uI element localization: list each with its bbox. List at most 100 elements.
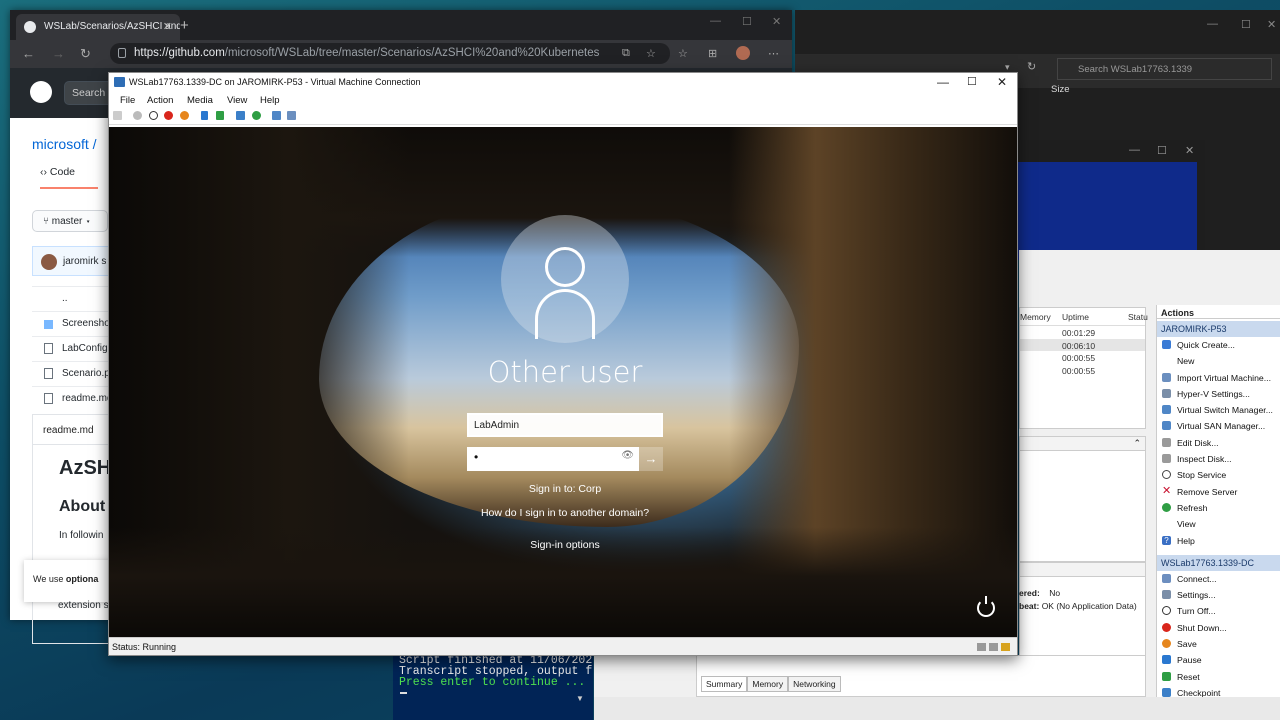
table-row[interactable]: 00:01:29 — [1020, 326, 1145, 339]
favorites-icon[interactable]: ☆ — [678, 47, 688, 60]
url-field[interactable]: https://github.com/microsoft/WSLab/tree/… — [110, 43, 670, 64]
minimize-icon[interactable]: — — [1129, 144, 1140, 156]
tab-memory[interactable]: Memory — [747, 676, 789, 692]
action-edit-disk[interactable]: Edit Disk... — [1157, 435, 1280, 451]
column-status[interactable]: Statu — [1128, 312, 1148, 322]
avatar[interactable] — [41, 254, 57, 270]
cookie-text-bold[interactable]: optiona — [66, 574, 99, 584]
close-icon[interactable]: ✕ — [772, 15, 781, 28]
maximize-icon[interactable]: ☐ — [1157, 144, 1167, 157]
close-icon[interactable]: ✕ — [997, 75, 1007, 89]
power-icon[interactable] — [977, 596, 995, 617]
other-domain-link[interactable]: How do I sign in to another domain? — [109, 507, 1017, 519]
action-hyperv-settings[interactable]: Hyper-V Settings... — [1157, 386, 1280, 402]
action-import[interactable]: Import Virtual Machine... — [1157, 370, 1280, 386]
action-stop-service[interactable]: Stop Service — [1157, 467, 1280, 483]
collapse-icon[interactable]: ⌃ — [1133, 438, 1141, 449]
forward-icon[interactable]: → — [52, 46, 65, 61]
action-switch-manager[interactable]: Virtual Switch Manager... — [1157, 402, 1280, 418]
pause-icon[interactable] — [201, 111, 208, 120]
action-san-manager[interactable]: Virtual SAN Manager... — [1157, 418, 1280, 434]
enhanced-session-icon[interactable] — [272, 111, 281, 120]
back-icon[interactable]: ← — [22, 46, 35, 61]
tab-summary[interactable]: Summary — [701, 676, 748, 692]
list-item[interactable]: .. — [32, 286, 112, 311]
refresh-icon[interactable]: ↻ — [1027, 60, 1036, 73]
menu-view[interactable]: View — [227, 95, 247, 106]
password-field[interactable]: • 👁 — [467, 447, 639, 471]
username-field[interactable]: LabAdmin — [467, 413, 663, 437]
ctrl-alt-del-icon[interactable] — [113, 111, 122, 120]
action-pause[interactable]: Pause — [1157, 652, 1280, 668]
branch-selector[interactable]: ⑂ master ▾ — [32, 210, 108, 232]
collections-icon[interactable]: ⊞ — [708, 47, 717, 60]
start-icon[interactable] — [133, 111, 142, 120]
list-item[interactable]: Screenshot — [32, 311, 112, 336]
list-item[interactable]: LabConfig. — [32, 336, 112, 361]
install-app-icon[interactable]: ⧉ — [622, 47, 630, 60]
turn-off-icon[interactable] — [149, 111, 158, 120]
file-name[interactable]: readme.md — [62, 393, 112, 404]
action-save[interactable]: Save — [1157, 636, 1280, 652]
action-inspect-disk[interactable]: Inspect Disk... — [1157, 451, 1280, 467]
repo-owner-link[interactable]: microsoft / — [32, 136, 97, 152]
tab-code[interactable]: ‹› Code — [40, 166, 98, 189]
commit-author[interactable]: jaromirk s — [63, 256, 106, 267]
action-reset[interactable]: Reset — [1157, 669, 1280, 685]
menu-action[interactable]: Action — [147, 95, 173, 106]
action-turn-off[interactable]: Turn Off... — [1157, 603, 1280, 619]
table-row[interactable]: 00:06:10 — [1020, 338, 1145, 351]
maximize-icon[interactable]: ☐ — [967, 75, 977, 88]
github-logo-icon[interactable] — [30, 81, 52, 103]
action-refresh[interactable]: Refresh — [1157, 500, 1280, 516]
submit-arrow-button[interactable]: → — [639, 447, 663, 471]
parent-dir-link[interactable]: .. — [62, 293, 68, 304]
maximize-icon[interactable]: ☐ — [1241, 18, 1251, 31]
sign-in-options-link[interactable]: Sign-in options — [109, 539, 1017, 551]
reset-icon[interactable] — [216, 111, 224, 120]
browser-tab[interactable]: WSLab/Scenarios/AzSHCI and K ✕ — [16, 14, 180, 40]
reveal-password-icon[interactable]: 👁 — [621, 450, 634, 461]
action-help[interactable]: ? Help — [1157, 533, 1280, 549]
close-icon[interactable]: ✕ — [1185, 144, 1194, 157]
share-icon[interactable] — [287, 111, 296, 120]
scroll-down-icon[interactable]: ▼ — [576, 694, 584, 703]
action-remove-server[interactable]: ✕ Remove Server — [1157, 484, 1280, 500]
minimize-icon[interactable]: — — [1207, 18, 1218, 30]
checkpoint-icon[interactable] — [236, 111, 245, 120]
table-row[interactable]: 00:00:55 — [1020, 351, 1145, 364]
tab-networking[interactable]: Networking — [788, 676, 841, 692]
group-host[interactable]: JAROMIRK-P53 — [1157, 321, 1280, 337]
action-view[interactable]: View — [1157, 516, 1280, 532]
column-memory[interactable]: Memory — [1020, 312, 1051, 322]
menu-file[interactable]: File — [120, 95, 135, 106]
close-tab-icon[interactable]: ✕ — [163, 20, 172, 33]
save-icon[interactable] — [180, 111, 189, 120]
menu-help[interactable]: Help — [260, 95, 280, 106]
shut-down-icon[interactable] — [164, 111, 173, 120]
column-uptime[interactable]: Uptime — [1062, 312, 1089, 322]
action-new[interactable]: New — [1157, 353, 1280, 369]
group-vm[interactable]: WSLab17763.1339-DC — [1157, 554, 1280, 571]
list-item[interactable]: Scenario.ps — [32, 361, 112, 386]
vm-screen[interactable]: Other user LabAdmin • 👁 → Sign in to: Co… — [109, 127, 1017, 637]
search-input[interactable]: Search WSLab17763.1339 — [1057, 58, 1272, 80]
action-connect[interactable]: Connect... — [1157, 571, 1280, 587]
revert-icon[interactable] — [252, 111, 261, 120]
minimize-icon[interactable]: — — [710, 15, 721, 27]
close-icon[interactable]: ✕ — [1267, 18, 1276, 31]
minimize-icon[interactable]: — — [937, 75, 949, 89]
new-tab-icon[interactable]: + — [180, 17, 189, 34]
action-quick-create[interactable]: Quick Create... — [1157, 337, 1280, 353]
file-name[interactable]: LabConfig. — [62, 343, 110, 354]
star-icon[interactable]: ☆ — [646, 47, 656, 60]
profile-avatar[interactable] — [736, 46, 750, 60]
menu-media[interactable]: Media — [187, 95, 213, 106]
file-name[interactable]: Screenshot — [62, 318, 112, 329]
action-settings[interactable]: Settings... — [1157, 587, 1280, 603]
reload-icon[interactable]: ↻ — [80, 46, 91, 62]
more-icon[interactable]: ⋯ — [768, 47, 779, 60]
table-row[interactable]: 00:00:55 — [1020, 364, 1145, 377]
list-item[interactable]: readme.md — [32, 386, 112, 411]
file-name[interactable]: Scenario.ps — [62, 368, 112, 379]
